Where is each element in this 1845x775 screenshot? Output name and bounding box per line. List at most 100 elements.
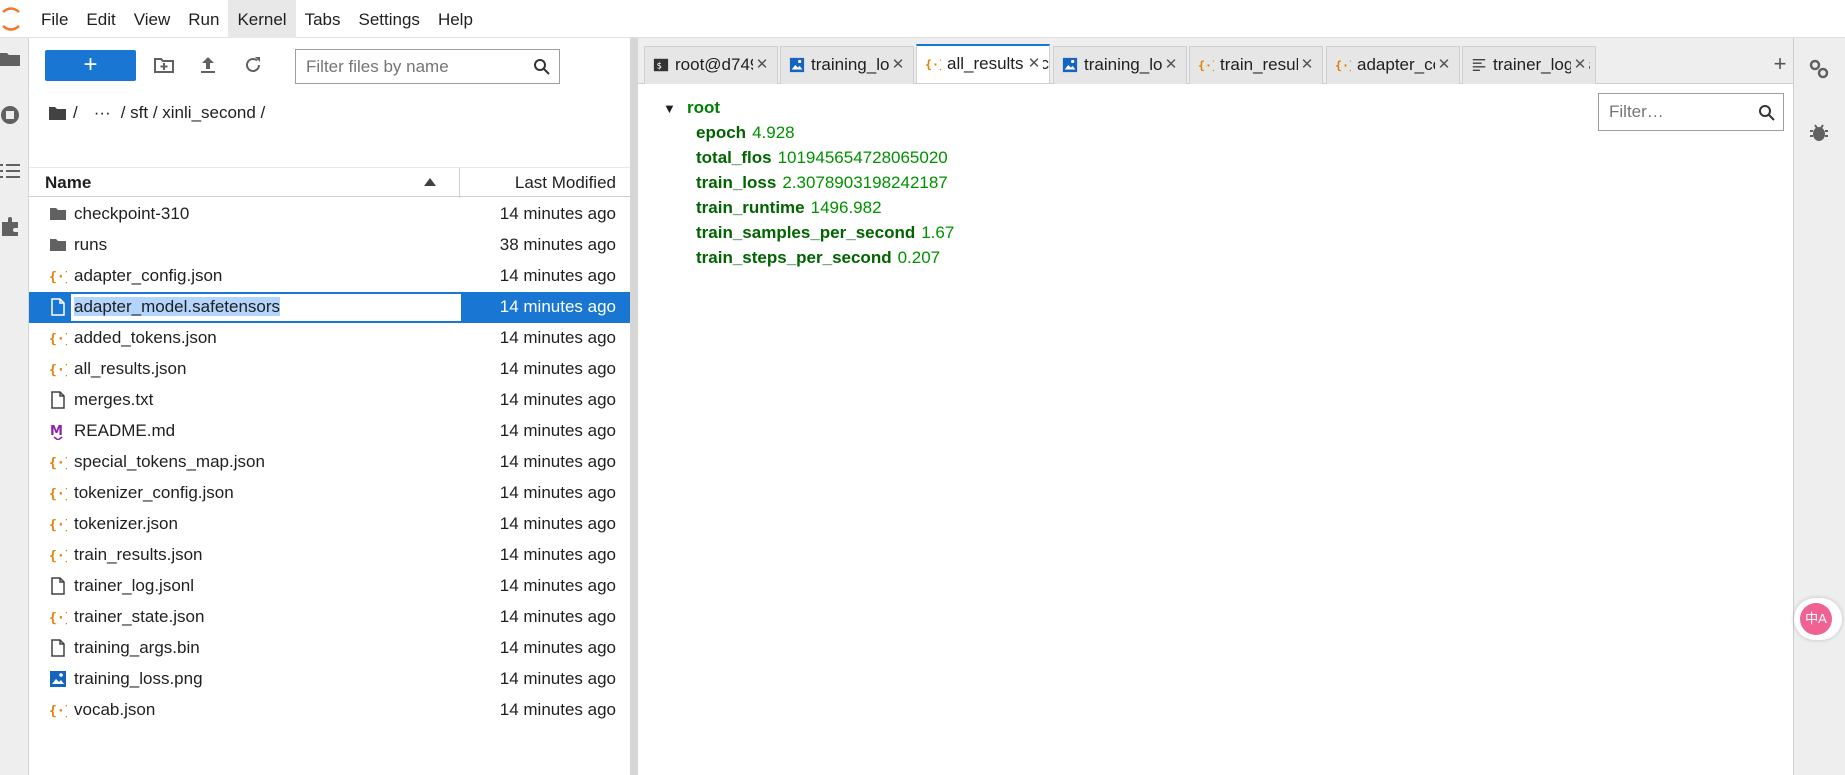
translate-icon[interactable]: 中A <box>1800 603 1832 635</box>
menu-settings[interactable]: Settings <box>350 0 429 38</box>
file-row[interactable]: runs 38 minutes ago <box>29 230 630 261</box>
file-row[interactable]: checkpoint-310 14 minutes ago <box>29 199 630 230</box>
file-row[interactable]: {·} trainer_state.json 14 minutes ago <box>29 602 630 633</box>
json-filter-input[interactable] <box>1599 94 1749 130</box>
file-modified: 14 minutes ago <box>499 297 616 316</box>
file-row[interactable]: training_loss.png 14 minutes ago <box>29 664 630 695</box>
file-row[interactable]: {·} added_tokens.json 14 minutes ago <box>29 323 630 354</box>
file-row[interactable]: {·} all_results.json 14 minutes ago <box>29 354 630 385</box>
editor-tab[interactable]: {·}all_results.jsc✕ <box>916 44 1050 83</box>
menu-file[interactable]: File <box>32 0 77 38</box>
file-browser: + / ··· / sft / xinli_second / Name <box>29 38 630 775</box>
json-value: 1496.982 <box>810 198 882 217</box>
json-icon: {·} <box>49 518 67 533</box>
translate-widget[interactable]: 中A <box>1794 598 1842 640</box>
running-sessions-icon[interactable] <box>0 104 22 126</box>
json-key: train_runtime <box>696 198 805 217</box>
json-icon: {·} <box>1335 58 1351 72</box>
search-icon <box>1759 105 1775 121</box>
upload-icon[interactable] <box>197 54 219 76</box>
column-divider[interactable] <box>459 168 460 198</box>
json-root-node[interactable]: ▼ root <box>663 98 720 118</box>
close-icon[interactable]: ✕ <box>1298 47 1316 83</box>
json-entry: epoch 4.928 <box>696 123 954 148</box>
menu-kernel[interactable]: Kernel <box>228 0 296 38</box>
menu-run[interactable]: Run <box>179 0 228 38</box>
svg-text:{·}: {·} <box>49 549 67 564</box>
panel-splitter[interactable] <box>630 38 638 775</box>
menu-help[interactable]: Help <box>429 0 482 38</box>
refresh-icon[interactable] <box>242 54 264 76</box>
extension-manager-icon[interactable] <box>0 216 22 238</box>
file-row[interactable]: adapter_model.safetensors 14 minutes ago <box>29 292 630 323</box>
close-icon[interactable]: ✕ <box>1162 47 1180 83</box>
file-filter-input[interactable] <box>296 50 521 83</box>
new-tab-button[interactable]: + <box>1767 46 1793 84</box>
name-column-header[interactable]: Name <box>45 173 91 193</box>
file-row[interactable]: {·} tokenizer.json 14 minutes ago <box>29 509 630 540</box>
json-icon: {·} <box>49 363 67 378</box>
close-icon[interactable]: ✕ <box>1025 46 1043 82</box>
file-row[interactable]: M README.md 14 minutes ago <box>29 416 630 447</box>
file-row[interactable]: {·} adapter_config.json 14 minutes ago <box>29 261 630 292</box>
menu-edit[interactable]: Edit <box>77 0 124 38</box>
file-modified: 14 minutes ago <box>499 545 616 564</box>
image-icon <box>1062 57 1078 73</box>
file-name: special_tokens_map.json <box>74 452 265 471</box>
file-modified: 14 minutes ago <box>499 421 616 440</box>
editor-tab[interactable]: {·}adapter_con✕ <box>1326 46 1460 84</box>
breadcrumb-root[interactable]: / <box>73 103 78 123</box>
close-icon[interactable]: ✕ <box>1435 47 1453 83</box>
terminal-icon: $ <box>653 58 669 72</box>
close-icon[interactable]: ✕ <box>889 47 907 83</box>
last-modified-column-header[interactable]: Last Modified <box>515 173 616 193</box>
file-row[interactable]: {·} tokenizer_config.json 14 minutes ago <box>29 478 630 509</box>
json-key: epoch <box>696 123 747 142</box>
property-inspector-icon[interactable] <box>1808 58 1830 80</box>
file-row[interactable]: trainer_log.jsonl 14 minutes ago <box>29 571 630 602</box>
editor-tab[interactable]: $ root@d7493 ✕ <box>644 46 778 84</box>
close-icon[interactable]: ✕ <box>1571 47 1589 83</box>
json-value: 2.3078903198242187 <box>782 173 948 192</box>
file-name: training_args.bin <box>74 638 200 657</box>
menu-items: File Edit View Run Kernel Tabs Settings Help <box>32 0 482 38</box>
menu-view[interactable]: View <box>125 0 180 38</box>
new-launcher-button[interactable]: + <box>45 50 136 81</box>
collapse-caret-icon[interactable]: ▼ <box>663 101 679 116</box>
json-value: 0.207 <box>897 248 941 267</box>
json-entry: train_samples_per_second 1.67 <box>696 223 954 248</box>
file-name: tokenizer_config.json <box>74 483 234 502</box>
breadcrumb-ellipsis[interactable]: ··· <box>94 103 111 123</box>
file-row[interactable]: {·} train_results.json 14 minutes ago <box>29 540 630 571</box>
json-viewer: ▼ root epoch 4.928 total_flos 10194565472806… <box>638 85 1793 775</box>
file-name: training_loss.png <box>74 669 203 688</box>
file-browser-toolbar: + <box>29 38 630 94</box>
file-row[interactable]: {·} special_tokens_map.json 14 minutes ago <box>29 447 630 478</box>
svg-text:{·}: {·} <box>49 487 67 502</box>
file-name: trainer_state.json <box>74 607 205 626</box>
editor-tab[interactable]: {·}train_results.✕ <box>1189 46 1323 84</box>
debugger-icon[interactable] <box>1808 122 1830 144</box>
editor-tab[interactable]: training_loss ✕ <box>780 46 914 84</box>
table-of-contents-icon[interactable] <box>0 160 22 182</box>
new-folder-icon[interactable] <box>153 54 175 76</box>
json-entry: train_loss 2.3078903198242187 <box>696 173 954 198</box>
menu-tabs[interactable]: Tabs <box>296 0 350 38</box>
editor-tab[interactable]: trainer_log.js ✕ <box>1462 46 1596 84</box>
rename-file-input[interactable]: adapter_model.safetensors <box>70 293 462 322</box>
file-row[interactable]: merges.txt 14 minutes ago <box>29 385 630 416</box>
file-row[interactable]: {·} vocab.json 14 minutes ago <box>29 695 630 726</box>
tab-bar: + $root@d7493✕training_loss✕{·}all_resul… <box>638 38 1793 84</box>
file-row[interactable]: training_args.bin 14 minutes ago <box>29 633 630 664</box>
file-modified: 14 minutes ago <box>499 266 616 285</box>
breadcrumb-path[interactable]: / sft / xinli_second / <box>121 103 266 123</box>
file-modified: 14 minutes ago <box>499 638 616 657</box>
editor-tab[interactable]: training_loss ✕ <box>1053 46 1187 84</box>
json-icon: {·} <box>49 549 67 564</box>
file-modified: 14 minutes ago <box>499 514 616 533</box>
close-icon[interactable]: ✕ <box>753 47 771 83</box>
menu-bar: File Edit View Run Kernel Tabs Settings Help <box>0 0 1845 38</box>
home-folder-icon[interactable] <box>49 105 67 121</box>
svg-text:{·}: {·} <box>49 363 67 378</box>
folder-icon[interactable] <box>0 48 22 70</box>
